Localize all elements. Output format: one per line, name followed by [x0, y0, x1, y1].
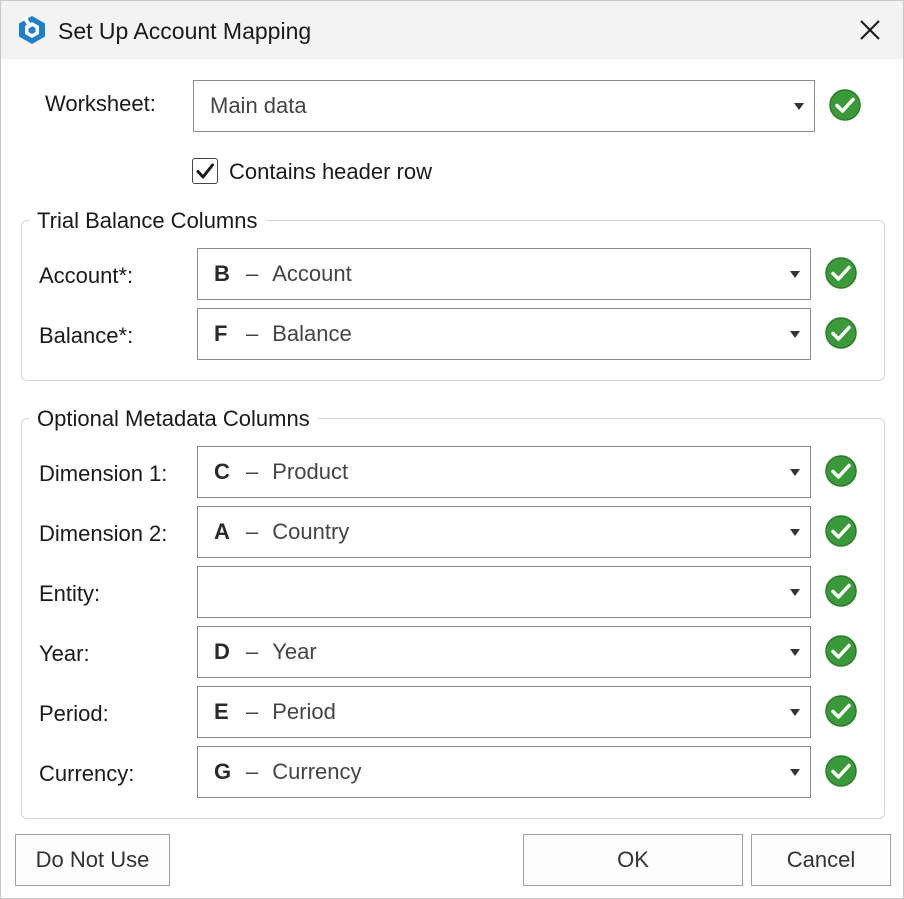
currency-select[interactable]: G – Currency: [197, 746, 811, 798]
checkmark-icon: [196, 163, 214, 179]
balance-select[interactable]: F – Balance: [197, 308, 811, 360]
check-circle-icon: [825, 695, 857, 727]
worksheet-value: Main data: [210, 93, 307, 118]
close-icon: [860, 20, 880, 40]
cancel-button[interactable]: Cancel: [751, 834, 891, 886]
separator: –: [246, 261, 259, 286]
chevron-down-icon: [790, 769, 800, 776]
separator: –: [246, 519, 259, 544]
chevron-down-icon: [790, 331, 800, 338]
separator: –: [246, 699, 259, 724]
account-mapping-dialog: Set Up Account Mapping Worksheet: Main d…: [0, 0, 904, 899]
column-name: Account: [272, 261, 352, 286]
entity-select[interactable]: [197, 566, 811, 618]
metadata-title: Optional Metadata Columns: [29, 406, 318, 432]
account-select[interactable]: B – Account: [197, 248, 811, 300]
chevron-down-icon: [790, 529, 800, 536]
separator: –: [246, 639, 259, 664]
column-name: Balance: [272, 321, 352, 346]
column-letter: D: [214, 639, 230, 664]
column-letter: F: [214, 321, 228, 346]
balance-label: Balance*:: [39, 323, 134, 348]
check-circle-icon: [825, 575, 857, 607]
chevron-down-icon: [790, 709, 800, 716]
check-circle-icon: [825, 515, 857, 547]
column-letter: B: [214, 261, 230, 286]
year-select[interactable]: D – Year: [197, 626, 811, 678]
chevron-down-icon: [790, 271, 800, 278]
column-letter: E: [214, 699, 229, 724]
period-label: Period:: [39, 701, 109, 726]
column-name: Currency: [272, 759, 362, 784]
column-letter: A: [214, 519, 230, 544]
check-circle-icon: [825, 755, 857, 787]
header-row-label: Contains header row: [229, 159, 433, 184]
year-label: Year:: [39, 641, 90, 666]
column-name: Year: [272, 639, 317, 664]
column-letter: C: [214, 459, 230, 484]
chevron-down-icon: [790, 589, 800, 596]
title-bar: Set Up Account Mapping: [1, 1, 903, 59]
chevron-down-icon: [790, 649, 800, 656]
column-name: Period: [272, 699, 336, 724]
worksheet-select[interactable]: Main data: [193, 80, 815, 132]
column-name: Product: [272, 459, 349, 484]
window-title: Set Up Account Mapping: [58, 18, 312, 44]
app-logo-icon: [19, 16, 45, 44]
trial-balance-title: Trial Balance Columns: [29, 208, 266, 234]
close-button[interactable]: [843, 7, 897, 53]
separator: –: [246, 759, 259, 784]
entity-label: Entity:: [39, 581, 101, 606]
check-circle-icon: [825, 257, 857, 289]
chevron-down-icon: [790, 469, 800, 476]
column-letter: G: [214, 759, 232, 784]
worksheet-label: Worksheet:: [45, 91, 156, 116]
dimension-1-select[interactable]: C – Product: [197, 446, 811, 498]
currency-label: Currency:: [39, 761, 135, 786]
do-not-use-button[interactable]: Do Not Use: [15, 834, 170, 886]
separator: –: [246, 459, 259, 484]
ok-button[interactable]: OK: [523, 834, 743, 886]
account-label: Account*:: [39, 263, 134, 288]
check-circle-icon: [825, 317, 857, 349]
period-select[interactable]: E – Period: [197, 686, 811, 738]
chevron-down-icon: [794, 103, 804, 110]
check-circle-icon: [829, 89, 861, 121]
check-circle-icon: [825, 455, 857, 487]
column-name: Country: [272, 519, 350, 544]
dimension-1-label: Dimension 1:: [39, 461, 168, 486]
separator: –: [246, 321, 259, 346]
header-row-checkbox[interactable]: [192, 158, 218, 184]
dimension-2-label: Dimension 2:: [39, 521, 168, 546]
check-circle-icon: [825, 635, 857, 667]
dimension-2-select[interactable]: A – Country: [197, 506, 811, 558]
